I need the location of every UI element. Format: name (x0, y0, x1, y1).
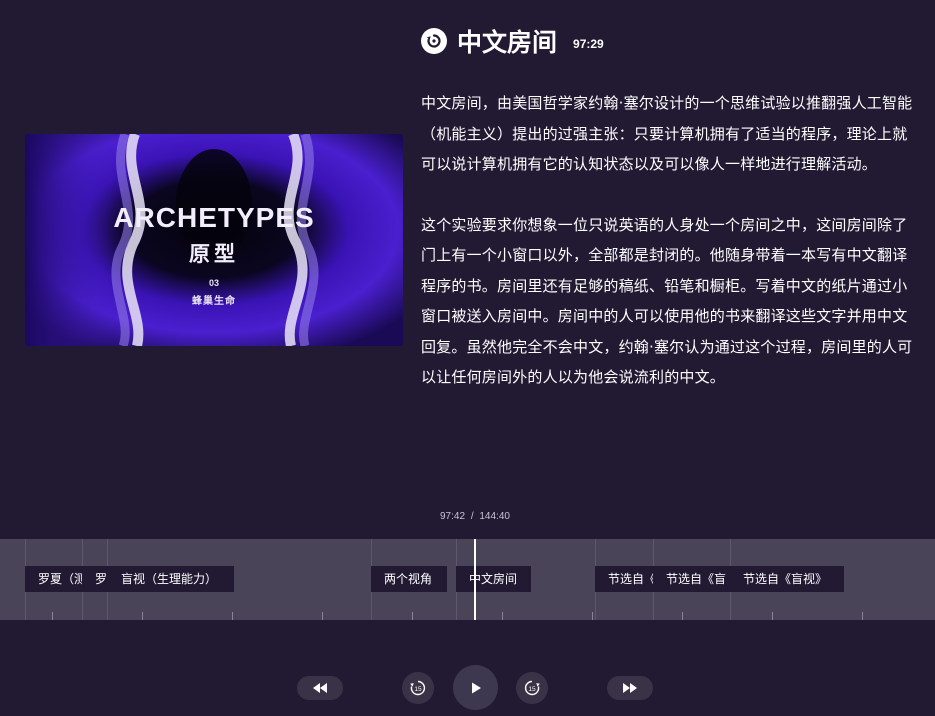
skip-back-15-label: 15 (414, 686, 422, 693)
timeline-tick (592, 612, 593, 620)
timeline-chapter[interactable]: 节选自《 (595, 566, 655, 592)
timeline-tick (862, 612, 863, 620)
album-cover: ARCHETYPES 原型 03 蜂巢生命 (25, 134, 403, 346)
play-icon (471, 682, 481, 693)
fast-forward-icon (623, 683, 637, 693)
rewind-button[interactable] (297, 676, 343, 700)
timeline[interactable]: 罗夏（测 罗 盲视（生理能力） 两个视角 中文房间 节选自《 节选自《盲 节选自… (0, 539, 935, 620)
skip-forward-15-icon: 15 (524, 680, 540, 696)
timeline-tick (772, 612, 773, 620)
timeline-tick (682, 612, 683, 620)
track-description: 中文房间，由美国哲学家约翰·塞尔设计的一个思维试验以推翻强人工智能（机能主义）提… (421, 88, 913, 393)
track-header: 中文房间 97:29 (421, 26, 604, 57)
timeline-tick (232, 612, 233, 620)
track-timestamp: 97:29 (573, 37, 604, 51)
timeline-chapter[interactable]: 两个视角 (371, 566, 447, 592)
play-button[interactable] (453, 665, 498, 710)
timeline-tick (502, 612, 503, 620)
progress-time: 97:42 / 144:40 (440, 511, 510, 522)
timeline-chapter[interactable]: 节选自《盲 (653, 566, 733, 592)
total-time: 144:40 (479, 511, 510, 522)
timeline-chapter[interactable]: 盲视（生理能力） (108, 566, 234, 592)
timeline-chapter[interactable]: 中文房间 (456, 566, 531, 592)
rewind-icon (313, 683, 327, 693)
timeline-chapter[interactable]: 节选自《盲视》 (730, 566, 844, 592)
track-title: 中文房间 (457, 28, 558, 57)
skip-forward-15-label: 15 (528, 686, 536, 693)
time-separator: / (470, 511, 474, 522)
timeline-tick (142, 612, 143, 620)
timeline-chapter[interactable]: 罗夏（测 (25, 566, 83, 592)
cover-subtitle: 原型 (189, 242, 239, 266)
replay-icon[interactable] (421, 28, 447, 54)
timeline-tick (412, 612, 413, 620)
timeline-tick (322, 612, 323, 620)
timeline-tick (52, 612, 53, 620)
cover-title: ARCHETYPES (113, 202, 315, 233)
playhead[interactable] (474, 539, 476, 620)
description-paragraph-2: 这个实验要求你想象一位只说英语的人身处一个房间之中，这间房间除了门上有一个小窗口… (421, 215, 913, 387)
cover-name: 蜂巢生命 (192, 296, 236, 307)
cover-number: 03 (208, 278, 219, 288)
current-time: 97:42 (440, 511, 466, 522)
skip-forward-15-button[interactable]: 15 (516, 672, 548, 704)
description-paragraph-1: 中文房间，由美国哲学家约翰·塞尔设计的一个思维试验以推翻强人工智能（机能主义）提… (421, 94, 913, 173)
fast-forward-button[interactable] (607, 676, 653, 700)
skip-back-15-icon: 15 (410, 680, 426, 696)
skip-back-15-button[interactable]: 15 (402, 672, 434, 704)
